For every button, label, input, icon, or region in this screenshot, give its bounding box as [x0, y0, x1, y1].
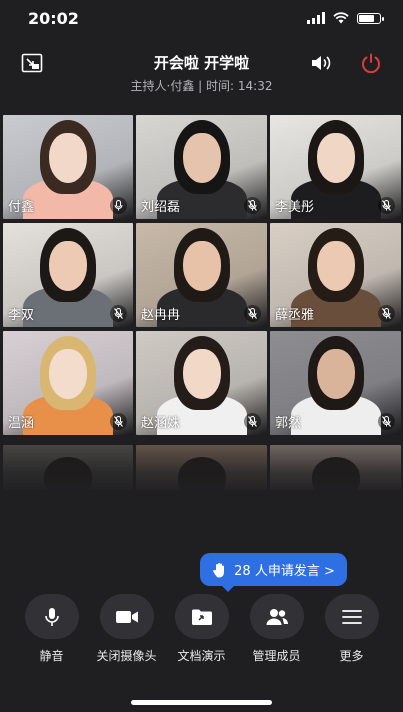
mic-muted-icon [378, 305, 395, 322]
camera-button[interactable]: 关闭摄像头 [93, 594, 161, 664]
participant-tile[interactable]: 李美彤 [270, 115, 401, 219]
participant-name: 赵涵姝 [141, 416, 181, 431]
wifi-icon [333, 12, 349, 24]
power-icon[interactable] [358, 50, 384, 76]
raised-hand-icon [213, 562, 225, 577]
participant-name: 薛丞雅 [275, 308, 315, 323]
participant-tile[interactable]: 赵涵姝 [136, 331, 267, 435]
folder-share-icon [174, 594, 229, 639]
microphone-icon [24, 594, 79, 639]
members-icon [249, 594, 304, 639]
participant-name: 郭然 [275, 416, 302, 431]
manage-members-button[interactable]: 管理成员 [243, 594, 311, 664]
participant-tile[interactable]: 郭然 [270, 331, 401, 435]
home-indicator [131, 700, 272, 705]
battery-icon [357, 12, 384, 24]
toolbar-label: 静音 [39, 649, 64, 663]
mic-muted-icon [244, 197, 261, 214]
status-bar: 20:02 [0, 0, 403, 40]
speak-request-label: 28 人申请发言 > [234, 564, 335, 579]
mic-muted-icon [110, 413, 127, 430]
participant-tile[interactable]: 刘绍磊 [136, 115, 267, 219]
participant-tile[interactable]: 赵冉冉 [136, 223, 267, 327]
signal-icon [307, 12, 325, 24]
document-share-button[interactable]: 文档演示 [168, 594, 236, 664]
toolbar-label: 关闭摄像头 [96, 649, 157, 663]
mute-button[interactable]: 静音 [18, 594, 86, 664]
meeting-title: 开会啦 开学啦 [153, 54, 250, 72]
participant-name: 付鑫 [8, 200, 35, 215]
meeting-subtitle: 主持人·付鑫 | 时间: 14:32 [130, 79, 273, 93]
participant-tile[interactable]: 李双 [3, 223, 133, 327]
participant-name: 李双 [8, 308, 35, 323]
camera-icon [99, 594, 154, 639]
participant-tile[interactable]: 付鑫 [3, 115, 133, 219]
toolbar-label: 更多 [339, 649, 364, 663]
participant-name: 温涵 [8, 416, 35, 431]
meeting-toolbar: 静音 关闭摄像头 文档演示 管理成员 更多 [0, 594, 403, 664]
speak-request-button[interactable]: 28 人申请发言 > [200, 553, 347, 592]
mic-icon [110, 197, 127, 214]
participant-tile[interactable]: 温涵 [3, 331, 133, 435]
menu-icon [324, 594, 379, 639]
grid-fade-overlay [0, 440, 403, 495]
mic-muted-icon [244, 305, 261, 322]
participant-name: 刘绍磊 [141, 200, 181, 215]
mic-muted-icon [110, 305, 127, 322]
participant-tile[interactable]: 薛丞雅 [270, 223, 401, 327]
status-icons [307, 12, 384, 24]
mic-muted-icon [244, 413, 261, 430]
toolbar-label: 文档演示 [177, 649, 226, 663]
mic-muted-icon [378, 197, 395, 214]
video-grid: 付鑫 刘绍磊 李美彤 李双 赵冉冉 薛丞雅 温涵 赵涵姝 郭然 [3, 115, 401, 435]
mic-muted-icon [378, 413, 395, 430]
more-button[interactable]: 更多 [318, 594, 386, 664]
participant-name: 赵冉冉 [141, 308, 181, 323]
toolbar-label: 管理成员 [252, 649, 301, 663]
speaker-icon[interactable] [310, 50, 336, 76]
status-time: 20:02 [28, 9, 79, 28]
participant-name: 李美彤 [275, 200, 315, 215]
meeting-header: 开会啦 开学啦 主持人·付鑫 | 时间: 14:32 [0, 44, 403, 100]
